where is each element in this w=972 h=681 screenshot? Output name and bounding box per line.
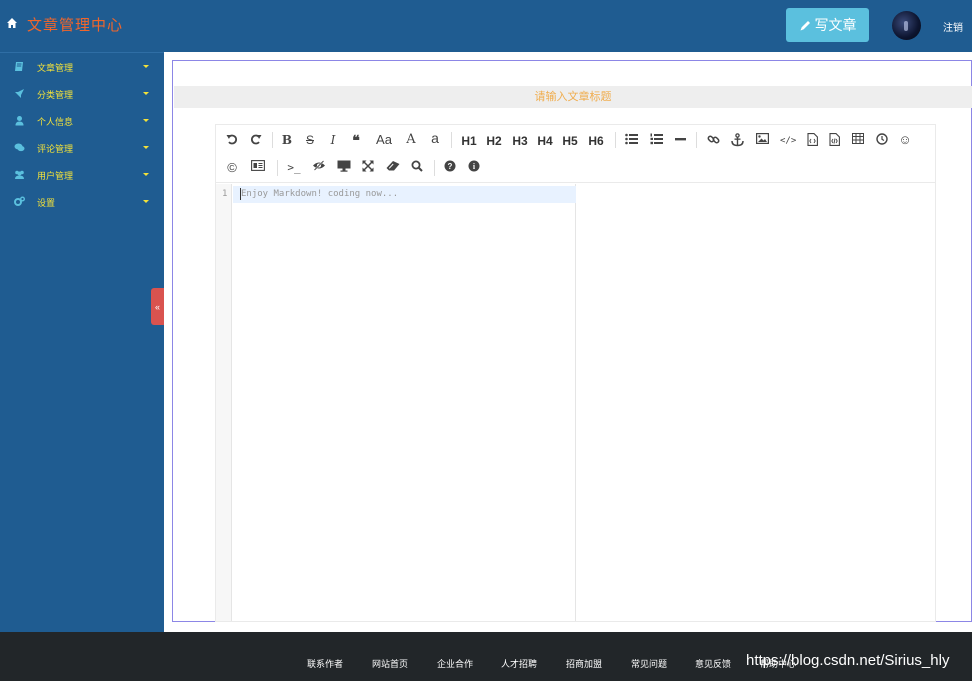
sidebar-item-comments[interactable]: 评论管理 bbox=[0, 134, 164, 161]
sidebar-item-label: 分类管理 bbox=[37, 90, 74, 100]
unordered-list-icon[interactable] bbox=[624, 133, 638, 149]
footer-link-business[interactable]: 企业合作 bbox=[437, 657, 473, 670]
article-title-input[interactable] bbox=[174, 86, 972, 108]
cogs-icon bbox=[14, 196, 25, 206]
sidebar-item-label: 评论管理 bbox=[37, 144, 74, 154]
sidebar-item-label: 用户管理 bbox=[37, 171, 74, 181]
sidebar-item-categories[interactable]: 分类管理 bbox=[0, 80, 164, 107]
bold-icon[interactable]: B bbox=[281, 132, 293, 148]
ordered-list-icon[interactable] bbox=[649, 133, 663, 149]
comments-icon bbox=[14, 143, 25, 152]
fullscreen-icon[interactable] bbox=[361, 160, 375, 176]
markdown-editor: B S I ❝ Aa A a H1 H2 H3 H4 H5 H6 </> ☺ ©… bbox=[215, 124, 936, 622]
sidebar-item-label: 设置 bbox=[37, 198, 56, 208]
quote-icon[interactable]: ❝ bbox=[349, 132, 363, 148]
watermark: https://blog.csdn.net/Sirius_hly bbox=[746, 652, 950, 669]
eraser-icon[interactable] bbox=[385, 160, 401, 176]
pencil-icon bbox=[800, 20, 810, 30]
uppercase-icon[interactable]: Aa bbox=[374, 132, 394, 148]
code-icon[interactable]: </> bbox=[780, 133, 796, 149]
footer-link-franchise[interactable]: 招商加盟 bbox=[566, 657, 602, 670]
undo-icon[interactable] bbox=[225, 132, 239, 148]
code-placeholder: Enjoy Markdown! coding now... bbox=[241, 189, 399, 199]
footer: 联系作者 网站首页 企业合作 人才招聘 招商加盟 常见问题 意见反馈 帮助中心 … bbox=[0, 632, 972, 681]
table-icon[interactable] bbox=[851, 133, 865, 149]
h5-button[interactable]: H5 bbox=[560, 133, 580, 149]
sidebar-collapse-button[interactable]: « bbox=[151, 288, 164, 325]
logout-link[interactable]: 注销 bbox=[943, 19, 963, 34]
desktop-icon[interactable] bbox=[336, 160, 352, 176]
caret-down-icon bbox=[143, 146, 149, 149]
sidebar-item-settings[interactable]: 设置 bbox=[0, 188, 164, 215]
anchor-icon[interactable] bbox=[730, 133, 744, 149]
markdown-code-area[interactable]: Enjoy Markdown! coding now... bbox=[233, 184, 576, 621]
brand-title[interactable]: 文章管理中心 bbox=[27, 14, 123, 35]
sidebar-item-label: 文章管理 bbox=[37, 63, 74, 73]
line-number: 1 bbox=[222, 189, 228, 199]
pagebreak-icon[interactable] bbox=[250, 160, 266, 176]
caret-down-icon bbox=[143, 65, 149, 68]
code-block-icon[interactable] bbox=[827, 133, 841, 149]
footer-link-home[interactable]: 网站首页 bbox=[372, 657, 408, 670]
datetime-icon[interactable] bbox=[875, 133, 889, 149]
lowercase-icon[interactable]: a bbox=[429, 130, 441, 146]
home-icon[interactable] bbox=[6, 17, 18, 29]
eye-slash-icon[interactable] bbox=[311, 160, 327, 176]
avatar[interactable] bbox=[892, 11, 921, 40]
footer-link-contact-author[interactable]: 联系作者 bbox=[307, 657, 343, 670]
caret-down-icon bbox=[143, 173, 149, 176]
h1-button[interactable]: H1 bbox=[459, 133, 479, 149]
rocket-icon bbox=[15, 89, 24, 98]
h2-button[interactable]: H2 bbox=[484, 133, 504, 149]
footer-link-jobs[interactable]: 人才招聘 bbox=[501, 657, 537, 670]
terminal-icon[interactable]: >_ bbox=[286, 160, 302, 176]
h6-button[interactable]: H6 bbox=[586, 133, 606, 149]
write-article-button[interactable]: 写文章 bbox=[786, 8, 869, 42]
strikethrough-icon[interactable]: S bbox=[304, 132, 316, 148]
markdown-preview bbox=[577, 184, 935, 621]
svg-text:?: ? bbox=[448, 162, 453, 171]
sidebar-item-profile[interactable]: 个人信息 bbox=[0, 107, 164, 134]
footer-link-faq[interactable]: 常见问题 bbox=[631, 657, 667, 670]
search-icon[interactable] bbox=[410, 160, 424, 176]
text-cursor bbox=[240, 188, 241, 200]
redo-icon[interactable] bbox=[249, 132, 263, 148]
image-icon[interactable] bbox=[755, 133, 769, 149]
h4-button[interactable]: H4 bbox=[535, 133, 555, 149]
user-icon bbox=[15, 116, 24, 126]
sidebar-item-users[interactable]: 用户管理 bbox=[0, 161, 164, 188]
italic-icon[interactable]: I bbox=[327, 132, 339, 148]
html-entities-icon[interactable]: © bbox=[225, 160, 239, 176]
capitalize-icon[interactable]: A bbox=[405, 132, 417, 148]
emoji-icon[interactable]: ☺ bbox=[898, 132, 912, 148]
link-icon[interactable] bbox=[706, 133, 720, 149]
book-icon bbox=[15, 62, 23, 71]
horizontal-rule-icon[interactable] bbox=[674, 133, 686, 149]
help-icon[interactable]: ? bbox=[443, 160, 457, 176]
line-number-gutter bbox=[216, 184, 232, 621]
info-icon[interactable]: i bbox=[467, 160, 481, 176]
sidebar-item-label: 个人信息 bbox=[37, 117, 74, 127]
sidebar-item-articles[interactable]: 文章管理 bbox=[0, 53, 164, 80]
footer-link-feedback[interactable]: 意见反馈 bbox=[695, 657, 731, 670]
preformatted-code-icon[interactable] bbox=[805, 133, 819, 149]
editor-toolbar: B S I ❝ Aa A a H1 H2 H3 H4 H5 H6 </> ☺ ©… bbox=[216, 125, 935, 183]
h3-button[interactable]: H3 bbox=[510, 133, 530, 149]
top-header: 文章管理中心 写文章 注销 bbox=[0, 0, 972, 52]
caret-down-icon bbox=[143, 92, 149, 95]
caret-down-icon bbox=[143, 200, 149, 203]
caret-down-icon bbox=[143, 119, 149, 122]
title-bar bbox=[174, 86, 972, 108]
sidebar: 文章管理 分类管理 个人信息 评论管理 用户管理 设置 bbox=[0, 52, 164, 632]
write-article-label: 写文章 bbox=[814, 17, 857, 33]
users-icon bbox=[15, 170, 24, 179]
